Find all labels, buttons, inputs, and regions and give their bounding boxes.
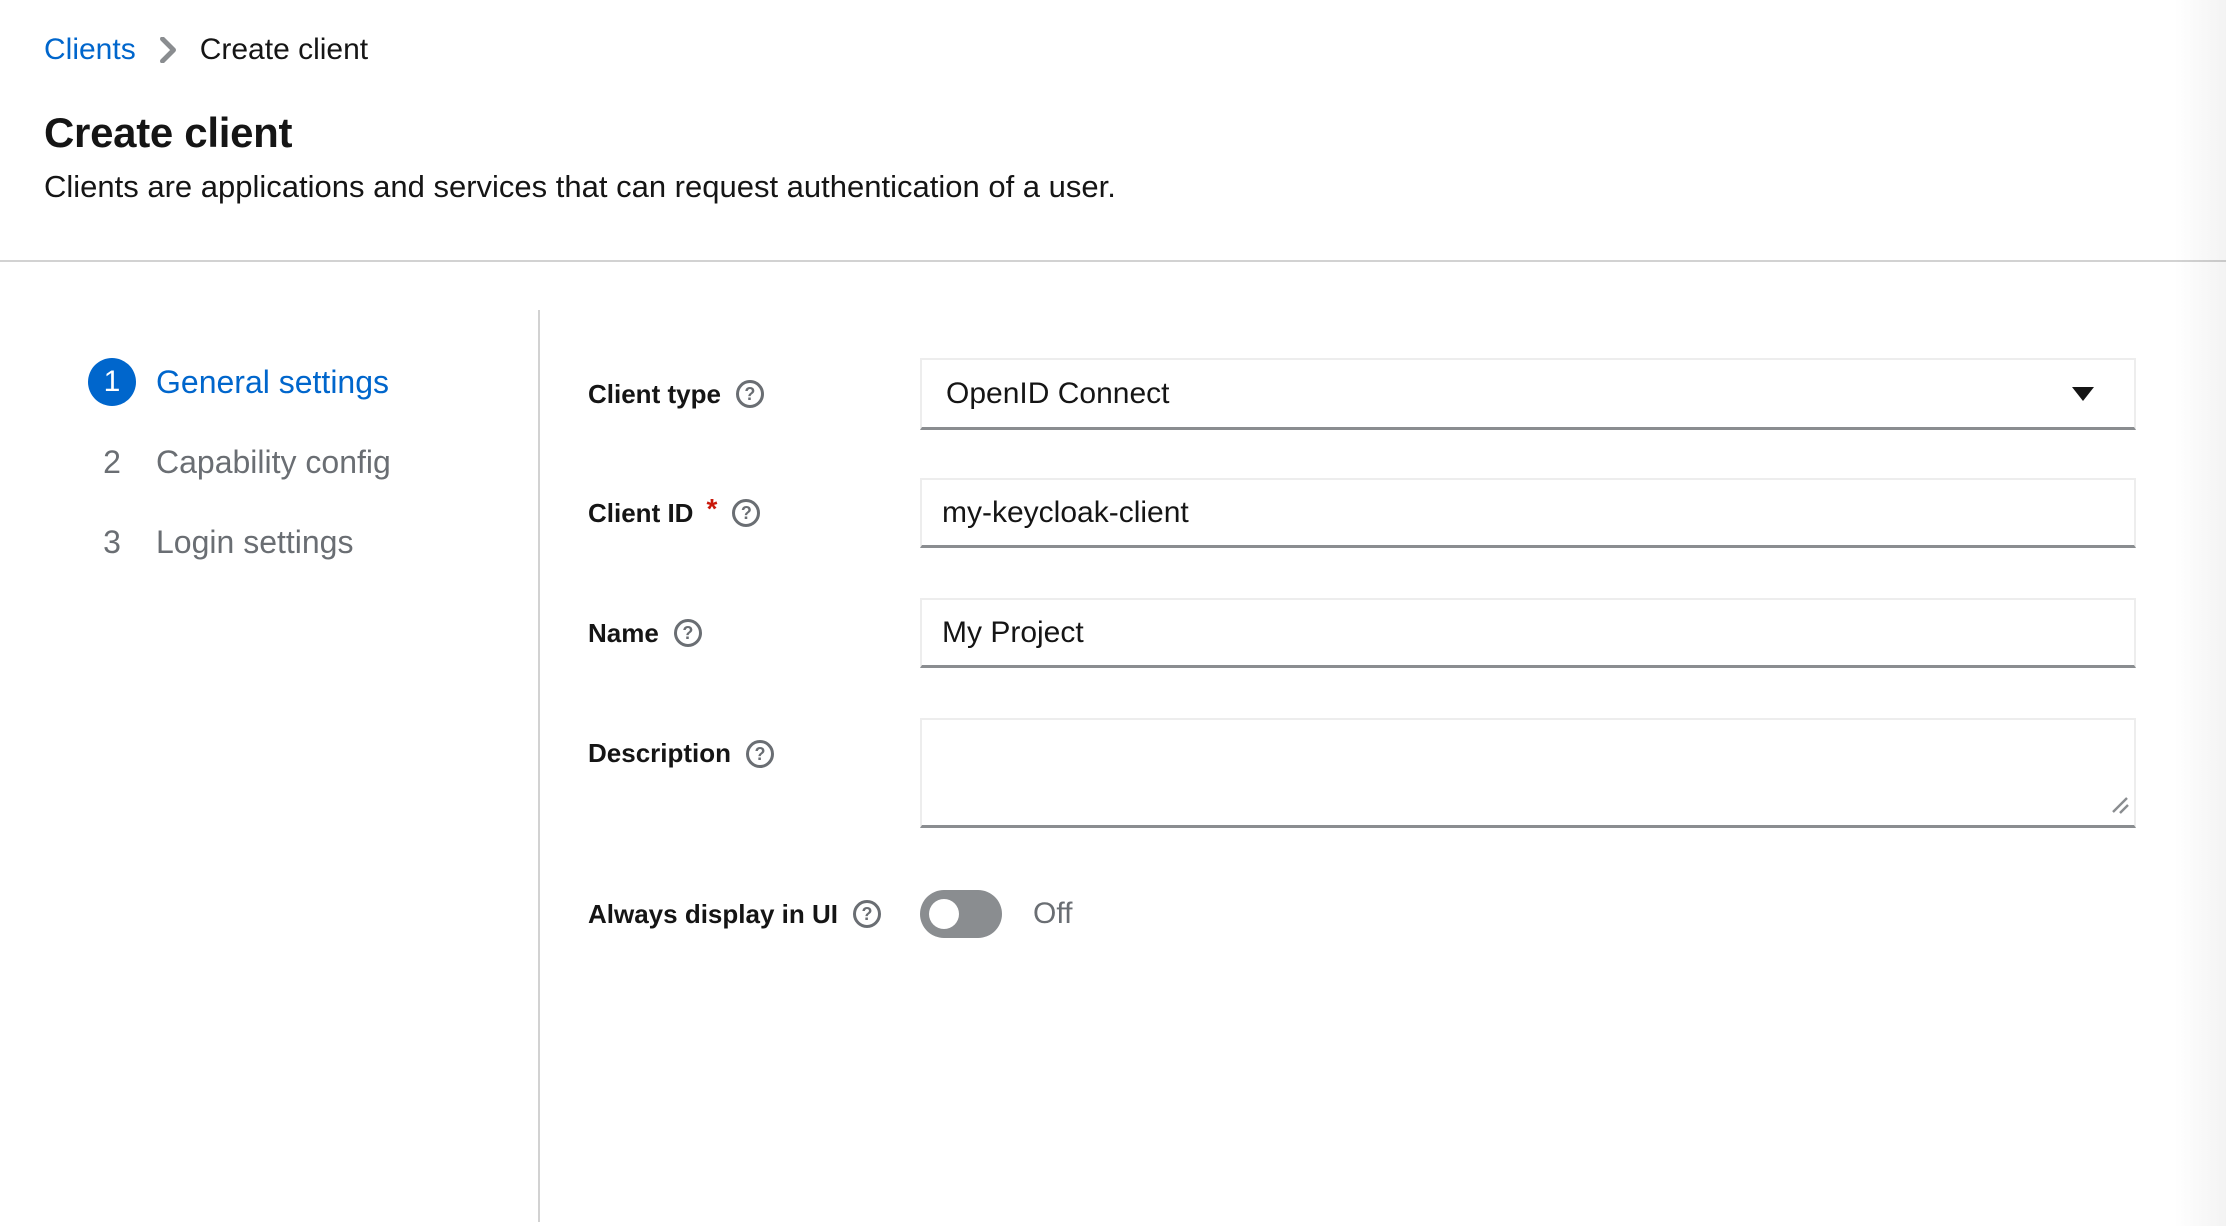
name-label: Name [588,618,659,649]
step-number-badge: 2 [88,438,136,486]
form-row-client-type: Client type ? OpenID Connect [588,358,2136,430]
wizard-step-login-settings[interactable]: 3 Login settings [88,518,538,566]
form-row-client-id: Client ID * ? [588,478,2136,548]
wizard-nav: 1 General settings 2 Capability config 3… [0,310,540,1222]
client-type-label: Client type [588,379,721,410]
form-row-name: Name ? [588,598,2136,668]
breadcrumb-link-clients[interactable]: Clients [44,32,136,68]
breadcrumb: Clients Create client [44,32,2226,68]
client-id-label: Client ID [588,498,693,529]
form-row-description: Description ? [588,718,2136,828]
step-number-badge: 1 [88,358,136,406]
toggle-knob [929,899,959,929]
name-input[interactable] [920,598,2136,668]
description-label: Description [588,738,731,769]
client-type-select[interactable]: OpenID Connect [920,358,2136,430]
create-client-wizard: 1 General settings 2 Capability config 3… [0,310,2226,1222]
wizard-step-capability-config[interactable]: 2 Capability config [88,438,538,486]
step-label: Login settings [156,524,353,561]
help-icon[interactable]: ? [674,619,702,647]
description-textarea[interactable] [920,718,2136,828]
client-id-input[interactable] [920,478,2136,548]
toggle-state-label: Off [1033,897,1072,931]
wizard-step-general-settings[interactable]: 1 General settings [88,358,538,406]
help-icon[interactable]: ? [736,380,764,408]
page-description: Clients are applications and services th… [44,168,2226,205]
always-display-label: Always display in UI [588,899,838,930]
breadcrumb-current: Create client [200,32,368,68]
help-icon[interactable]: ? [853,900,881,928]
step-label: General settings [156,364,389,401]
form-row-always-display: Always display in UI ? Off [588,890,2136,938]
step-number-badge: 3 [88,518,136,566]
help-icon[interactable]: ? [746,740,774,768]
client-type-selected-value: OpenID Connect [946,377,1169,411]
general-settings-form: Client type ? OpenID Connect Client ID *… [540,310,2226,1222]
required-indicator: * [706,493,717,525]
step-label: Capability config [156,444,391,481]
page-title: Create client [44,108,2226,158]
page-header: Clients Create client Create client Clie… [0,0,2226,262]
caret-down-icon [2072,387,2094,401]
always-display-toggle[interactable] [920,890,1002,938]
help-icon[interactable]: ? [732,499,760,527]
chevron-right-icon [158,37,178,63]
